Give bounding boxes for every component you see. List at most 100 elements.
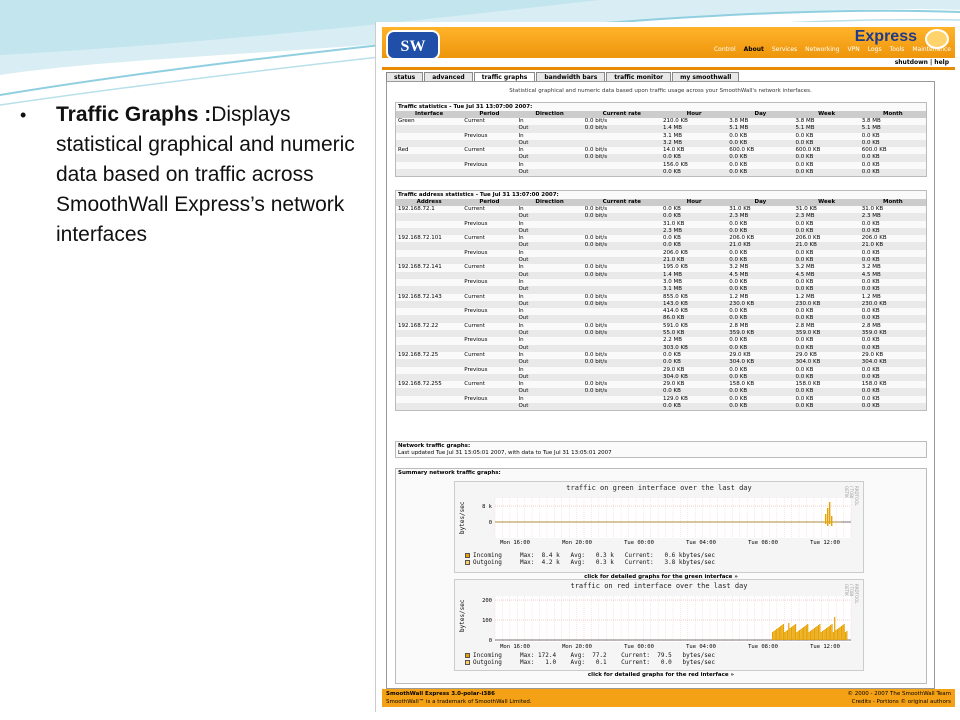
- table-cell: In: [518, 337, 524, 344]
- x-tick-label: Tue 04:00: [686, 540, 716, 546]
- table-cell: 0.0 KB: [859, 344, 926, 352]
- nav-item-services[interactable]: Services: [772, 46, 797, 53]
- table-cell: 1.2 MB: [729, 293, 749, 300]
- table-cell: 55.0 KB: [660, 330, 728, 338]
- table-cell: 0.0 bit/s: [582, 154, 661, 162]
- table-cell: 0.0 KB: [729, 337, 748, 344]
- data-bar: [827, 508, 829, 526]
- x-tick-label: Mon 16:00: [500, 540, 530, 546]
- tab-bandwidth-bars[interactable]: bandwidth bars: [536, 72, 606, 81]
- data-bar: [846, 631, 848, 640]
- table-cell: 192.168.72.22: [398, 322, 439, 329]
- table-cell: [396, 257, 463, 265]
- graph-green-interface: traffic on green interface over the last…: [454, 481, 864, 573]
- table-row: 192.168.72.255 Current In 0.0 bit/s 29.0 KB 1…: [396, 381, 926, 388]
- data-bar: [835, 630, 837, 640]
- table-cell: 192.168.72.25: [398, 351, 439, 358]
- table-cell: [396, 388, 463, 396]
- column-header: Interface: [396, 111, 463, 118]
- table-cell: [396, 250, 462, 257]
- table-cell: 0.0 bit/s: [584, 351, 608, 358]
- table-cell: 600.0 KB: [795, 147, 821, 154]
- data-bar: [843, 624, 845, 640]
- table-cell: 21.0 KB: [660, 257, 728, 265]
- table-row: Previous In 129.0 KB 0.0 KB 0.0 KB 0.0 KB: [396, 396, 926, 403]
- tab-status[interactable]: status: [386, 72, 424, 81]
- data-bar: [821, 631, 824, 640]
- table-cell: 0.0 KB: [793, 227, 860, 236]
- table-cell: 143.0 KB: [660, 300, 728, 309]
- table-cell: 0.0 KB: [859, 257, 926, 265]
- table-cell: In: [518, 293, 524, 300]
- table-row: Out 3.1 MB 0.0 KB 0.0 KB 0.0 KB: [396, 286, 926, 294]
- nav-item-vpn[interactable]: VPN: [848, 46, 860, 53]
- table-cell: Previous: [464, 337, 488, 344]
- table-cell: Current: [464, 206, 485, 212]
- table-row: Previous In 206.0 KB 0.0 KB 0.0 KB 0.0 KB: [396, 250, 926, 257]
- table-cell: 206.0 KB: [861, 235, 887, 242]
- smoothwall-screenshot: SW Express Control About Services Networkin…: [375, 22, 960, 712]
- table-cell: 0.0 KB: [793, 154, 860, 162]
- legend-row: Outgoing Max: 4.2 k Avg: 0.3 k Current: …: [465, 559, 715, 566]
- data-bar: [811, 630, 813, 640]
- nav-item-networking[interactable]: Networking: [805, 46, 839, 53]
- traffic-stats-title: Traffic statistics - Tue Jul 31 13:07:00…: [398, 104, 533, 110]
- table-cell: 0.0 KB: [729, 132, 748, 139]
- table-row: Previous In 2.2 MB 0.0 KB 0.0 KB 0.0 KB: [396, 337, 926, 344]
- nav-item-logs[interactable]: Logs: [868, 46, 882, 53]
- table-cell: Previous: [464, 249, 488, 256]
- tab-advanced[interactable]: advanced: [424, 72, 473, 81]
- table-cell: 2.3 MB: [793, 213, 860, 221]
- table-row: Out 0.0 bit/s 1.4 MB 5.1 MB 5.1 MB 5.1 MB: [396, 125, 926, 133]
- x-tick-label: Mon 20:00: [562, 540, 592, 546]
- data-bar: [794, 624, 797, 640]
- table-cell: 0.0 KB: [861, 220, 880, 227]
- column-header: Day: [727, 199, 794, 206]
- tab-traffic-monitor[interactable]: traffic monitor: [606, 72, 672, 81]
- table-cell: In: [518, 366, 524, 373]
- column-header: Week: [793, 199, 860, 206]
- table-row: Red Current In 0.0 bit/s 14.0 KB 600.0 KB 600.…: [396, 147, 926, 154]
- nav-item-maintenance[interactable]: Maintenance: [912, 46, 951, 53]
- table-cell: [396, 221, 462, 228]
- table-row: Out 21.0 KB 0.0 KB 0.0 KB 0.0 KB: [396, 257, 926, 265]
- nav-item-about[interactable]: About: [744, 46, 764, 53]
- table-cell: 1.4 MB: [660, 271, 728, 279]
- table-cell: Previous: [464, 366, 488, 373]
- table-cell: [462, 169, 517, 177]
- table-row: Out 0.0 bit/s 0.0 KB 0.0 KB 0.0 KB 0.0 KB: [396, 388, 926, 396]
- table-cell: [583, 308, 661, 315]
- graph-detail-link-red[interactable]: click for detailed graphs for the red in…: [396, 672, 926, 678]
- table-cell: 5.1 MB: [859, 125, 926, 133]
- table-cell: 0.0 KB: [861, 337, 880, 344]
- shutdown-help-link[interactable]: shutdown | help: [895, 59, 949, 66]
- table-cell: In: [518, 264, 524, 271]
- table-row: 192.168.72.141 Current In 0.0 bit/s 195.0 KB…: [396, 264, 926, 271]
- table-cell: In: [518, 147, 524, 154]
- table-cell: 0.0 bit/s: [582, 271, 661, 279]
- data-bar: [804, 626, 806, 640]
- table-cell: 0.0 KB: [729, 278, 748, 285]
- graph-plot: 8 k 0 Mon 16:00 Mon 20:00 Tue 00:00 Tue 04:00…: [482, 498, 852, 546]
- table-cell: 2.8 MB: [795, 322, 815, 329]
- table-cell: 0.0 KB: [793, 139, 860, 148]
- x-tick-label: Mon 20:00: [562, 644, 592, 650]
- table-cell: [396, 154, 463, 162]
- tab-my-smoothwall[interactable]: my smoothwall: [672, 72, 740, 81]
- table-cell: 0.0 bit/s: [584, 264, 608, 271]
- table-cell: 0.0 KB: [729, 366, 748, 373]
- footer-credits[interactable]: Credits - Portions © original authors: [852, 698, 951, 706]
- table-cell: 0.0 KB: [660, 154, 728, 162]
- table-cell: 2.2 MB: [662, 337, 682, 344]
- table-cell: 0.0 bit/s: [582, 359, 661, 367]
- table-cell: 0.0 bit/s: [582, 330, 661, 338]
- table-row: Previous In 29.0 KB 0.0 KB 0.0 KB 0.0 KB: [396, 367, 926, 374]
- data-bar: [828, 626, 830, 640]
- table-row: Out 0.0 bit/s 55.0 KB 359.0 KB 359.0 KB 359.0…: [396, 330, 926, 338]
- table-cell: 0.0 KB: [729, 161, 748, 168]
- nav-item-control[interactable]: Control: [714, 46, 736, 53]
- legend-swatch: [465, 560, 470, 565]
- data-bar: [829, 502, 831, 524]
- nav-item-tools[interactable]: Tools: [890, 46, 905, 53]
- table-cell: In: [518, 161, 524, 168]
